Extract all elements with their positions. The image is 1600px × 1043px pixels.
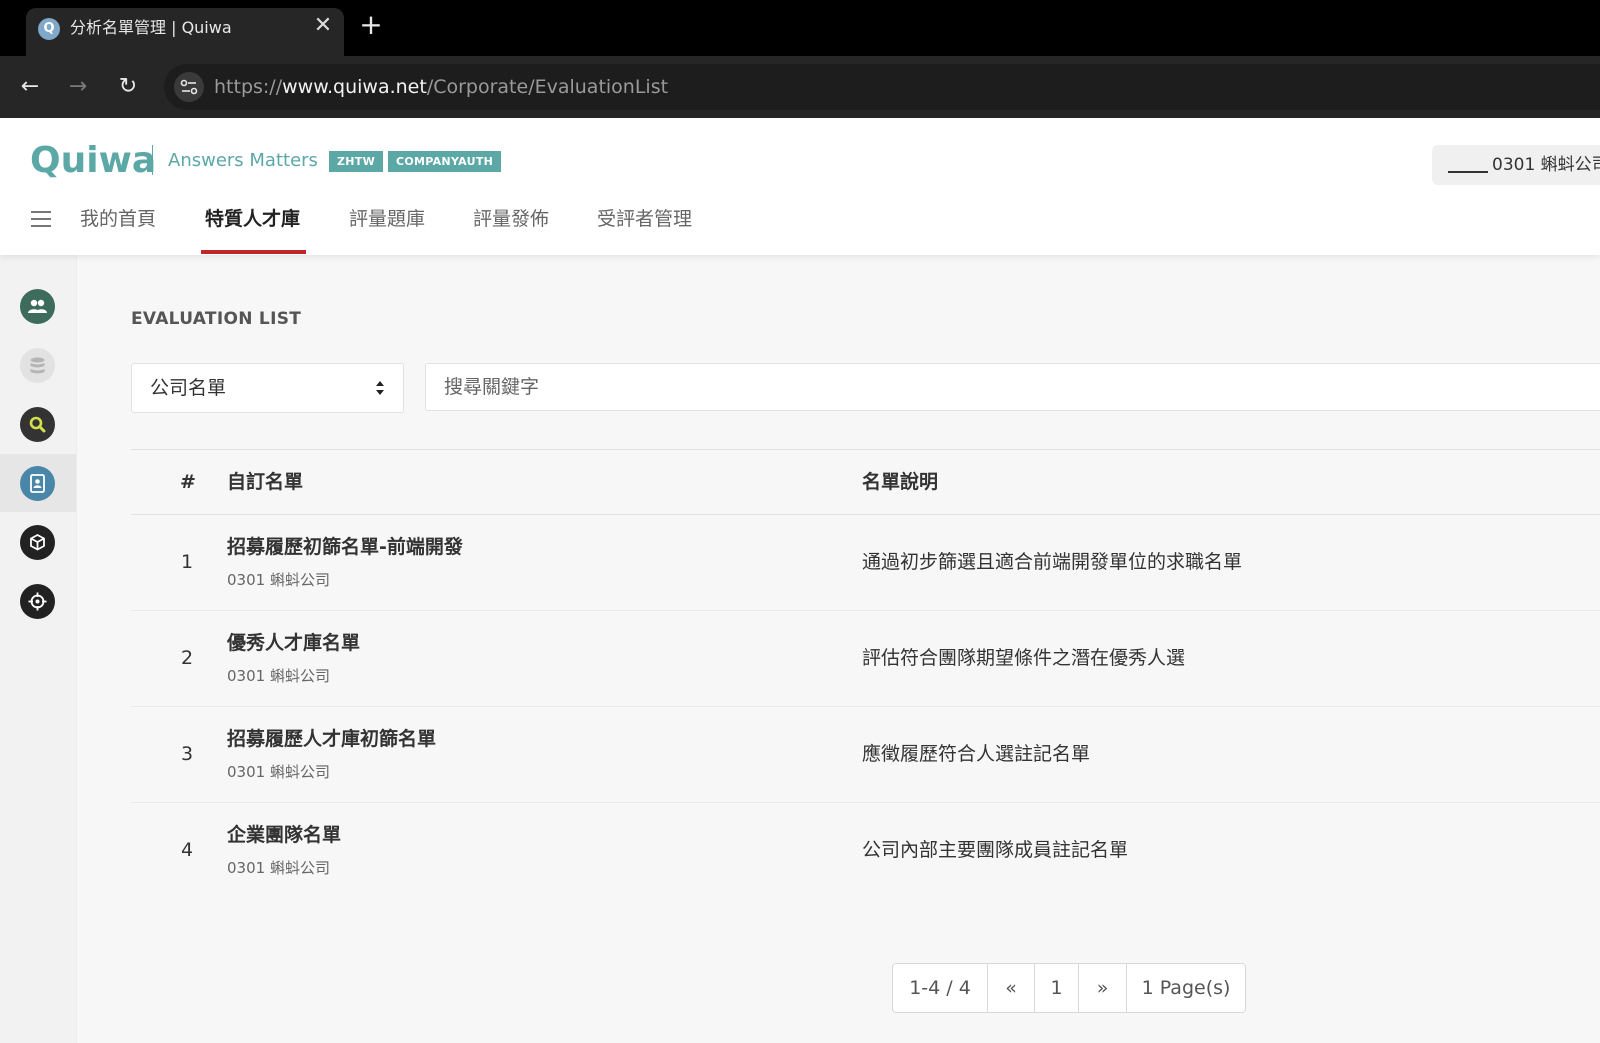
row-company: 0301 蝌蚪公司: [227, 571, 330, 589]
reload-icon[interactable]: ↻: [113, 72, 143, 102]
table-row[interactable]: 1 招募履歷初篩名單-前端開發 0301 蝌蚪公司 通過初步篩選且適合前端開發單…: [131, 514, 1600, 611]
browser-tab[interactable]: Q 分析名單管理 | Quiwa ✕: [26, 8, 344, 56]
row-description: 評估符合團隊期望條件之潛在優秀人選: [862, 647, 1186, 669]
row-list-name[interactable]: 優秀人才庫名單: [227, 630, 360, 656]
browser-tabstrip: Q 分析名單管理 | Quiwa ✕ +: [0, 0, 1600, 56]
row-index: 1: [181, 551, 194, 573]
header-index: #: [180, 471, 196, 493]
sidebar-item-evaluation-list[interactable]: [0, 454, 76, 512]
table-row[interactable]: 3 招募履歷人才庫初篩名單 0301 蝌蚪公司 應徵履歷符合人選註記名單: [131, 706, 1600, 803]
list-type-select-value: 公司名單: [150, 377, 227, 399]
pagination-prev-button[interactable]: «: [988, 964, 1035, 1012]
row-list-name[interactable]: 企業團隊名單: [227, 822, 341, 848]
row-description: 通過初步篩選且適合前端開發單位的求職名單: [862, 551, 1243, 573]
search-icon: [20, 407, 55, 442]
site-settings-icon[interactable]: [174, 72, 204, 102]
sidebar-item-cube[interactable]: [0, 513, 76, 571]
users-icon: [20, 289, 55, 324]
back-icon[interactable]: ←: [15, 72, 45, 102]
favicon-icon: Q: [38, 18, 60, 40]
pagination-range: 1-4 / 4: [893, 964, 988, 1012]
row-description: 應徵履歷符合人選註記名單: [862, 743, 1091, 765]
sidebar-item-database[interactable]: [0, 336, 76, 394]
forward-icon[interactable]: →: [63, 72, 93, 102]
auth-badge: COMPANYAUTH: [388, 151, 502, 172]
header-custom-list[interactable]: 自訂名單: [227, 470, 303, 494]
nav-item-home[interactable]: 我的首頁: [80, 206, 156, 232]
nav-item-examinee-management[interactable]: 受評者管理: [597, 206, 692, 232]
sidebar-item-users[interactable]: [0, 277, 76, 335]
table-header: # 自訂名單 名單說明: [131, 449, 1600, 515]
logo-divider: [152, 145, 153, 175]
new-tab-button[interactable]: +: [358, 11, 384, 39]
row-list-name[interactable]: 招募履歷初篩名單-前端開發: [227, 534, 463, 560]
user-name: 0301 蝌蚪公司: [1492, 155, 1600, 175]
row-company: 0301 蝌蚪公司: [227, 859, 330, 877]
url-path: /Corporate/EvaluationList: [426, 76, 669, 98]
page-title: EVALUATION LIST: [131, 309, 302, 329]
nav-item-talent-pool[interactable]: 特質人才庫: [205, 206, 300, 232]
sidebar-item-target[interactable]: [0, 572, 76, 630]
row-index: 3: [181, 743, 194, 765]
browser-toolbar: ← → ↻ https://www.quiwa.net/Corporate/Ev…: [0, 56, 1600, 118]
user-menu[interactable]: 0301 蝌蚪公司: [1432, 145, 1600, 185]
nav-item-question-bank[interactable]: 評量題庫: [349, 206, 425, 232]
sidebar-item-search[interactable]: [0, 395, 76, 453]
row-list-name[interactable]: 招募履歷人才庫初篩名單: [227, 726, 436, 752]
url-host: www.quiwa.net: [282, 76, 427, 98]
row-index: 4: [181, 839, 194, 861]
sidebar: [0, 255, 77, 1043]
row-index: 2: [181, 647, 194, 669]
pagination: 1-4 / 4 « 1 » 1 Page(s): [892, 963, 1246, 1013]
tagline: Answers Matters: [168, 150, 318, 171]
header-description[interactable]: 名單說明: [862, 470, 938, 494]
pagination-page-count: 1 Page(s): [1141, 977, 1231, 999]
active-nav-underline: [201, 250, 306, 254]
quiwa-logo[interactable]: Quiwa: [30, 140, 156, 182]
address-bar[interactable]: https://www.quiwa.net/Corporate/Evaluati…: [164, 64, 1600, 110]
app-header: Quiwa Answers Matters ZHTW COMPANYAUTH 0…: [0, 118, 1600, 255]
user-name-underline: [1448, 171, 1488, 173]
pagination-next-button[interactable]: »: [1079, 964, 1127, 1012]
pagination-page-1[interactable]: 1: [1035, 964, 1079, 1012]
row-description: 公司內部主要團隊成員註記名單: [862, 839, 1129, 861]
main-content: EVALUATION LIST 公司名單 # 自訂名單 名單說明 1 招募履歷初…: [86, 255, 1600, 1043]
cube-icon: [20, 525, 55, 560]
hamburger-menu-icon[interactable]: [31, 211, 51, 227]
table-row[interactable]: 2 優秀人才庫名單 0301 蝌蚪公司 評估符合團隊期望條件之潛在優秀人選: [131, 610, 1600, 707]
row-company: 0301 蝌蚪公司: [227, 763, 330, 781]
address-book-icon: [20, 466, 55, 501]
table-row[interactable]: 4 企業團隊名單 0301 蝌蚪公司 公司內部主要團隊成員註記名單: [131, 802, 1600, 898]
list-type-select[interactable]: 公司名單: [131, 363, 404, 413]
row-company: 0301 蝌蚪公司: [227, 667, 330, 685]
url-scheme: https://: [214, 76, 283, 98]
url-text: https://www.quiwa.net/Corporate/Evaluati…: [214, 75, 668, 99]
tab-title: 分析名單管理 | Quiwa: [70, 18, 232, 37]
select-updown-icon: [376, 381, 384, 395]
language-badge: ZHTW: [329, 151, 384, 172]
tab-close-icon[interactable]: ✕: [312, 15, 334, 37]
database-icon: [20, 348, 55, 383]
nav-item-publish[interactable]: 評量發佈: [473, 206, 549, 232]
crosshairs-icon: [20, 584, 55, 619]
keyword-search-input[interactable]: [425, 363, 1600, 411]
